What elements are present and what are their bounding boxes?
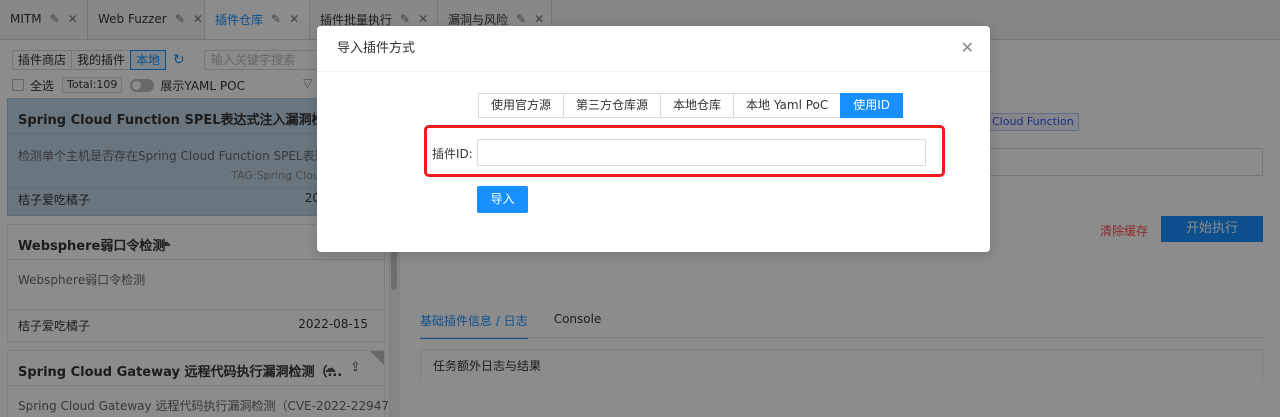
option-use-id[interactable]: 使用ID bbox=[840, 93, 904, 118]
plugin-id-input[interactable] bbox=[477, 139, 926, 166]
import-plugin-modal: 导入插件方式 ✕ 使用官方源 第三方仓库源 本地仓库 本地 Yaml PoC 使… bbox=[317, 26, 990, 252]
import-method-group: 使用官方源 第三方仓库源 本地仓库 本地 Yaml PoC 使用ID bbox=[478, 93, 904, 118]
option-official-source[interactable]: 使用官方源 bbox=[478, 93, 565, 118]
import-button[interactable]: 导入 bbox=[477, 186, 528, 213]
option-local-repo[interactable]: 本地仓库 bbox=[660, 93, 735, 118]
plugin-id-label: 插件ID: bbox=[432, 147, 473, 161]
close-icon[interactable]: ✕ bbox=[961, 39, 974, 57]
option-third-party-source[interactable]: 第三方仓库源 bbox=[563, 93, 662, 118]
option-local-yaml-poc[interactable]: 本地 Yaml PoC bbox=[733, 93, 842, 118]
modal-title: 导入插件方式 bbox=[317, 26, 990, 72]
